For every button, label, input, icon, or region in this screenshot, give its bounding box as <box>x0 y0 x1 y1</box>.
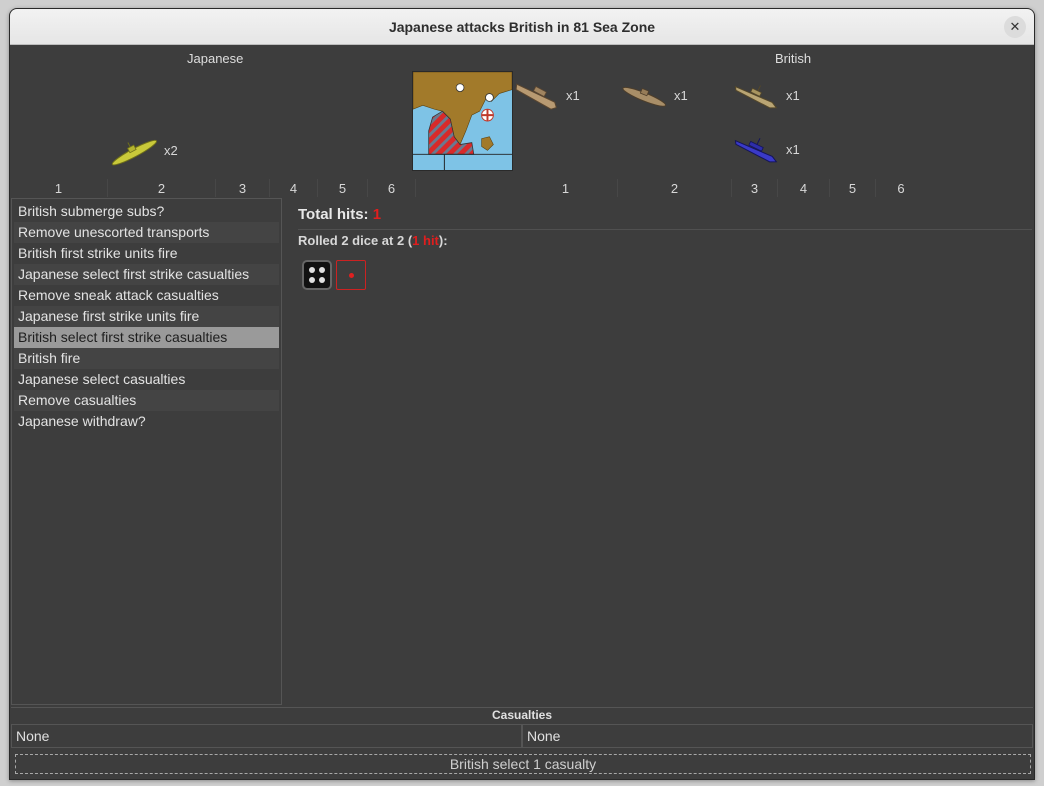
roll-summary: Rolled 2 dice at 2 (1 hit): <box>298 229 1032 248</box>
attacker-submarine-unit[interactable]: x2 <box>106 133 178 167</box>
step-item[interactable]: Remove unescorted transports <box>14 222 279 243</box>
attacker-die-4-label: 4 <box>270 179 318 197</box>
window-title: Japanese attacks British in 81 Sea Zone <box>388 18 656 35</box>
total-hits: Total hits: 1 <box>298 206 381 223</box>
defender-die-1-label: 1 <box>514 179 618 197</box>
defender-dice-row: 1 2 3 4 5 6 <box>514 179 926 197</box>
submarine-icon <box>622 86 667 107</box>
submarine-icon <box>111 139 158 166</box>
roll-suffix: ): <box>438 233 448 248</box>
defender-die-5-label: 5 <box>830 179 876 197</box>
step-item[interactable]: British submerge subs? <box>14 201 279 222</box>
defender-battleship-count: x1 <box>786 141 800 157</box>
defender-transport-count: x1 <box>566 87 580 103</box>
die-pip <box>349 273 354 278</box>
total-hits-label: Total hits: <box>298 206 369 223</box>
title-bar: Japanese attacks British in 81 Sea Zone … <box>10 9 1034 45</box>
die-hit-1 <box>336 260 366 290</box>
step-item[interactable]: British fire <box>14 348 279 369</box>
die-miss-4 <box>302 260 332 290</box>
die-pip <box>309 267 315 273</box>
attacker-die-2-label: 2 <box>108 179 216 197</box>
attacker-submarine-count: x2 <box>164 142 178 158</box>
defender-submarine-unit[interactable]: x1 <box>620 77 688 113</box>
step-item[interactable]: British first strike units fire <box>14 243 279 264</box>
select-casualty-button[interactable]: British select 1 casualty <box>15 754 1031 774</box>
defender-die-2-label: 2 <box>618 179 732 197</box>
defender-battleship-unit[interactable]: x1 <box>732 131 800 167</box>
casualties-panel: Casualties None None <box>11 707 1033 749</box>
cruiser-icon <box>734 85 778 109</box>
die-pip <box>309 277 315 283</box>
step-item[interactable]: Japanese first strike units fire <box>14 306 279 327</box>
attacker-die-5-label: 5 <box>318 179 368 197</box>
sea-zone-map <box>412 71 513 171</box>
defender-submarine-count: x1 <box>674 87 688 103</box>
roll-prefix: Rolled 2 dice at 2 ( <box>298 233 413 248</box>
die-pip <box>319 267 325 273</box>
battle-log-panel: Total hits: 1 Rolled 2 dice at 2 (1 hit)… <box>290 198 1034 705</box>
total-hits-value: 1 <box>372 206 382 223</box>
defender-die-4-label: 4 <box>778 179 830 197</box>
casualties-header: Casualties <box>491 708 553 722</box>
close-icon: ✕ <box>1009 19 1021 35</box>
step-item[interactable]: Remove sneak attack casualties <box>14 285 279 306</box>
step-item[interactable]: Remove casualties <box>14 390 279 411</box>
transport-icon <box>515 83 557 110</box>
attacker-die-1-label: 1 <box>10 179 108 197</box>
defender-die-6-label: 6 <box>897 180 905 196</box>
battle-window: Japanese attacks British in 81 Sea Zone … <box>9 8 1035 780</box>
battleship-icon <box>734 138 778 163</box>
defender-label: British <box>775 51 812 66</box>
battle-steps-list[interactable]: British submerge subs? Remove unescorted… <box>11 198 282 705</box>
defender-casualties: None <box>522 724 1033 748</box>
casualties-row: None None <box>11 724 1033 748</box>
defender-cruiser-count: x1 <box>786 87 800 103</box>
step-item[interactable]: Japanese select casualties <box>14 369 279 390</box>
step-item-selected[interactable]: British select first strike casualties <box>14 327 279 348</box>
defender-transport-unit[interactable]: x1 <box>512 75 580 115</box>
roll-hit-count: 1 hit <box>412 233 439 248</box>
close-button[interactable]: ✕ <box>1004 16 1026 38</box>
attacker-die-6-label: 6 <box>368 179 416 197</box>
step-item[interactable]: Japanese withdraw? <box>14 411 279 432</box>
defender-die-3-label: 3 <box>732 179 778 197</box>
defender-cruiser-unit[interactable]: x1 <box>732 77 800 113</box>
attacker-die-3-label: 3 <box>216 179 270 197</box>
attacker-label: Japanese <box>187 51 244 66</box>
step-item[interactable]: Japanese select first strike casualties <box>14 264 279 285</box>
attacker-casualties: None <box>11 724 522 748</box>
die-pip <box>319 277 325 283</box>
attacker-dice-row: 1 2 3 4 5 6 <box>10 179 416 197</box>
